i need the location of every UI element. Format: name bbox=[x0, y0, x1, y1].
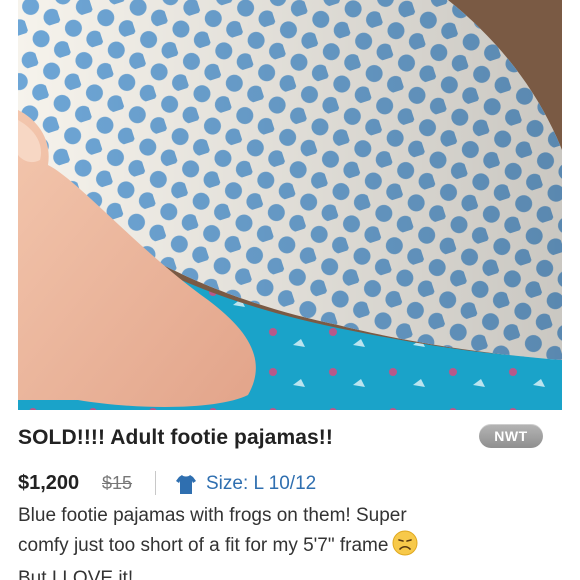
shirt-icon bbox=[175, 473, 197, 495]
description-line: But I LOVE it! bbox=[18, 568, 134, 580]
description-line: Blue footie pajamas with frogs on them! … bbox=[18, 505, 407, 526]
price: $1,200 bbox=[18, 472, 80, 494]
disappointed-face-icon bbox=[392, 530, 418, 565]
listing-photo[interactable] bbox=[18, 0, 562, 410]
size-link[interactable]: Size: L 10/12 bbox=[206, 473, 316, 495]
listing-meta: $1,200 $15 Size: L 10/12 bbox=[18, 470, 562, 498]
meta-divider bbox=[155, 471, 156, 495]
listing-description: Blue footie pajamas with frogs on them! … bbox=[18, 502, 568, 580]
listing-page: SOLD!!!! Adult footie pajamas!! NWT $1,2… bbox=[0, 0, 580, 580]
description-line: comfy just too short of a fit for my 5'7… bbox=[18, 535, 389, 556]
original-price: $15 bbox=[102, 473, 133, 493]
listing-title[interactable]: SOLD!!!! Adult footie pajamas!! bbox=[18, 426, 333, 450]
condition-badge: NWT bbox=[479, 424, 543, 448]
pajama-photo-image bbox=[18, 0, 562, 410]
listing-header: SOLD!!!! Adult footie pajamas!! NWT bbox=[18, 424, 562, 456]
description-line-with-emoji: comfy just too short of a fit for my 5'7… bbox=[18, 530, 568, 565]
